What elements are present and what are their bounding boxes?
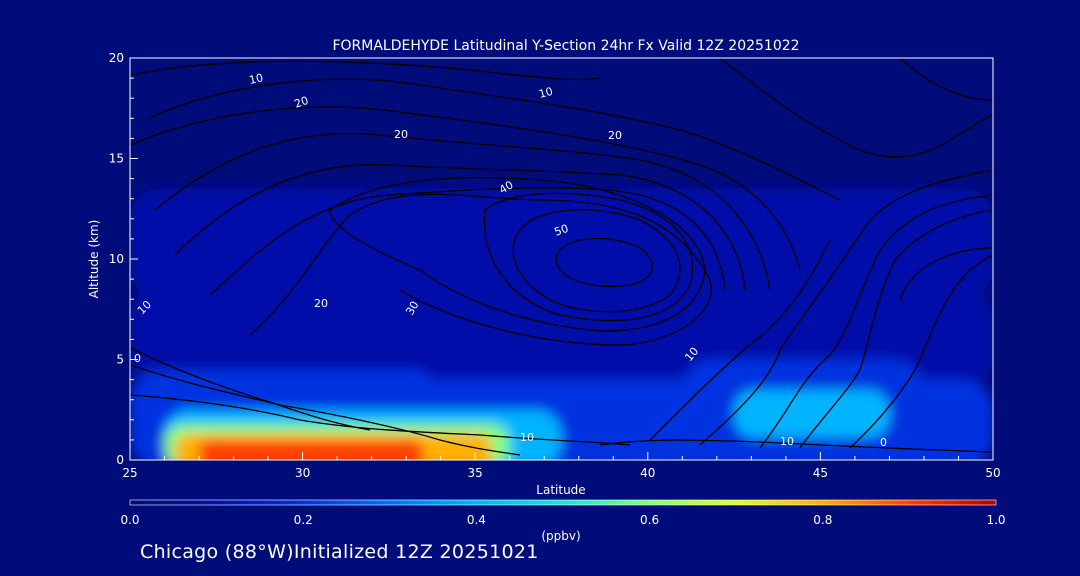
colorbar-gradient — [129, 499, 997, 506]
heatmap-cell — [734, 389, 890, 438]
contour-label: 0 — [134, 352, 141, 365]
chart-title: FORMALDEHYDE Latitudinal Y-Section 24hr … — [332, 38, 799, 54]
x-tick-label: 30 — [295, 466, 310, 480]
contour-label: 0 — [880, 436, 887, 449]
colorbar-tick-label: 0.0 — [120, 513, 139, 527]
y-axis-label: Altitude (km) — [87, 220, 101, 299]
colorbar-tick-label: 1.0 — [986, 513, 1005, 527]
y-tick-label: 10 — [109, 252, 124, 266]
colorbar-ticks: 0.0 0.2 0.4 0.6 0.8 1.0 — [120, 513, 1005, 527]
y-tick-label: 5 — [116, 353, 124, 367]
contour-label: 20 — [314, 297, 328, 310]
y-tick-label: 0 — [116, 453, 124, 467]
cross-section-chart: FORMALDEHYDE Latitudinal Y-Section 24hr … — [87, 38, 1006, 543]
contour-label: 20 — [394, 128, 408, 141]
colorbar-tick-label: 0.8 — [813, 513, 832, 527]
y-tick-label: 15 — [109, 152, 124, 166]
contour-label: 20 — [608, 129, 622, 142]
heatmap-cell — [130, 188, 993, 298]
contour-label: 10 — [520, 431, 534, 444]
x-tick-label: 45 — [813, 466, 828, 480]
x-axis-label: Latitude — [536, 483, 585, 497]
plot-area: 10 20 10 20 10 20 20 30 40 50 10 0 10 10… — [129, 57, 994, 461]
x-tick-label: 40 — [640, 466, 655, 480]
colorbar-tick-label: 0.6 — [640, 513, 659, 527]
y-tick-label: 20 — [109, 51, 124, 65]
heatmap-cell — [199, 439, 424, 460]
colorbar-tick-label: 0.4 — [467, 513, 486, 527]
contour-label: 10 — [780, 435, 794, 448]
footer-initialization-info: Chicago (88°W)Initialized 12Z 20251021 — [140, 541, 539, 563]
x-tick-label: 25 — [122, 466, 137, 480]
colorbar: 0.0 0.2 0.4 0.6 0.8 1.0 (ppbv) — [120, 499, 1006, 543]
x-tick-label: 35 — [468, 466, 483, 480]
x-tick-label: 50 — [985, 466, 1000, 480]
colorbar-label: (ppbv) — [541, 529, 580, 543]
colorbar-tick-label: 0.2 — [294, 513, 313, 527]
